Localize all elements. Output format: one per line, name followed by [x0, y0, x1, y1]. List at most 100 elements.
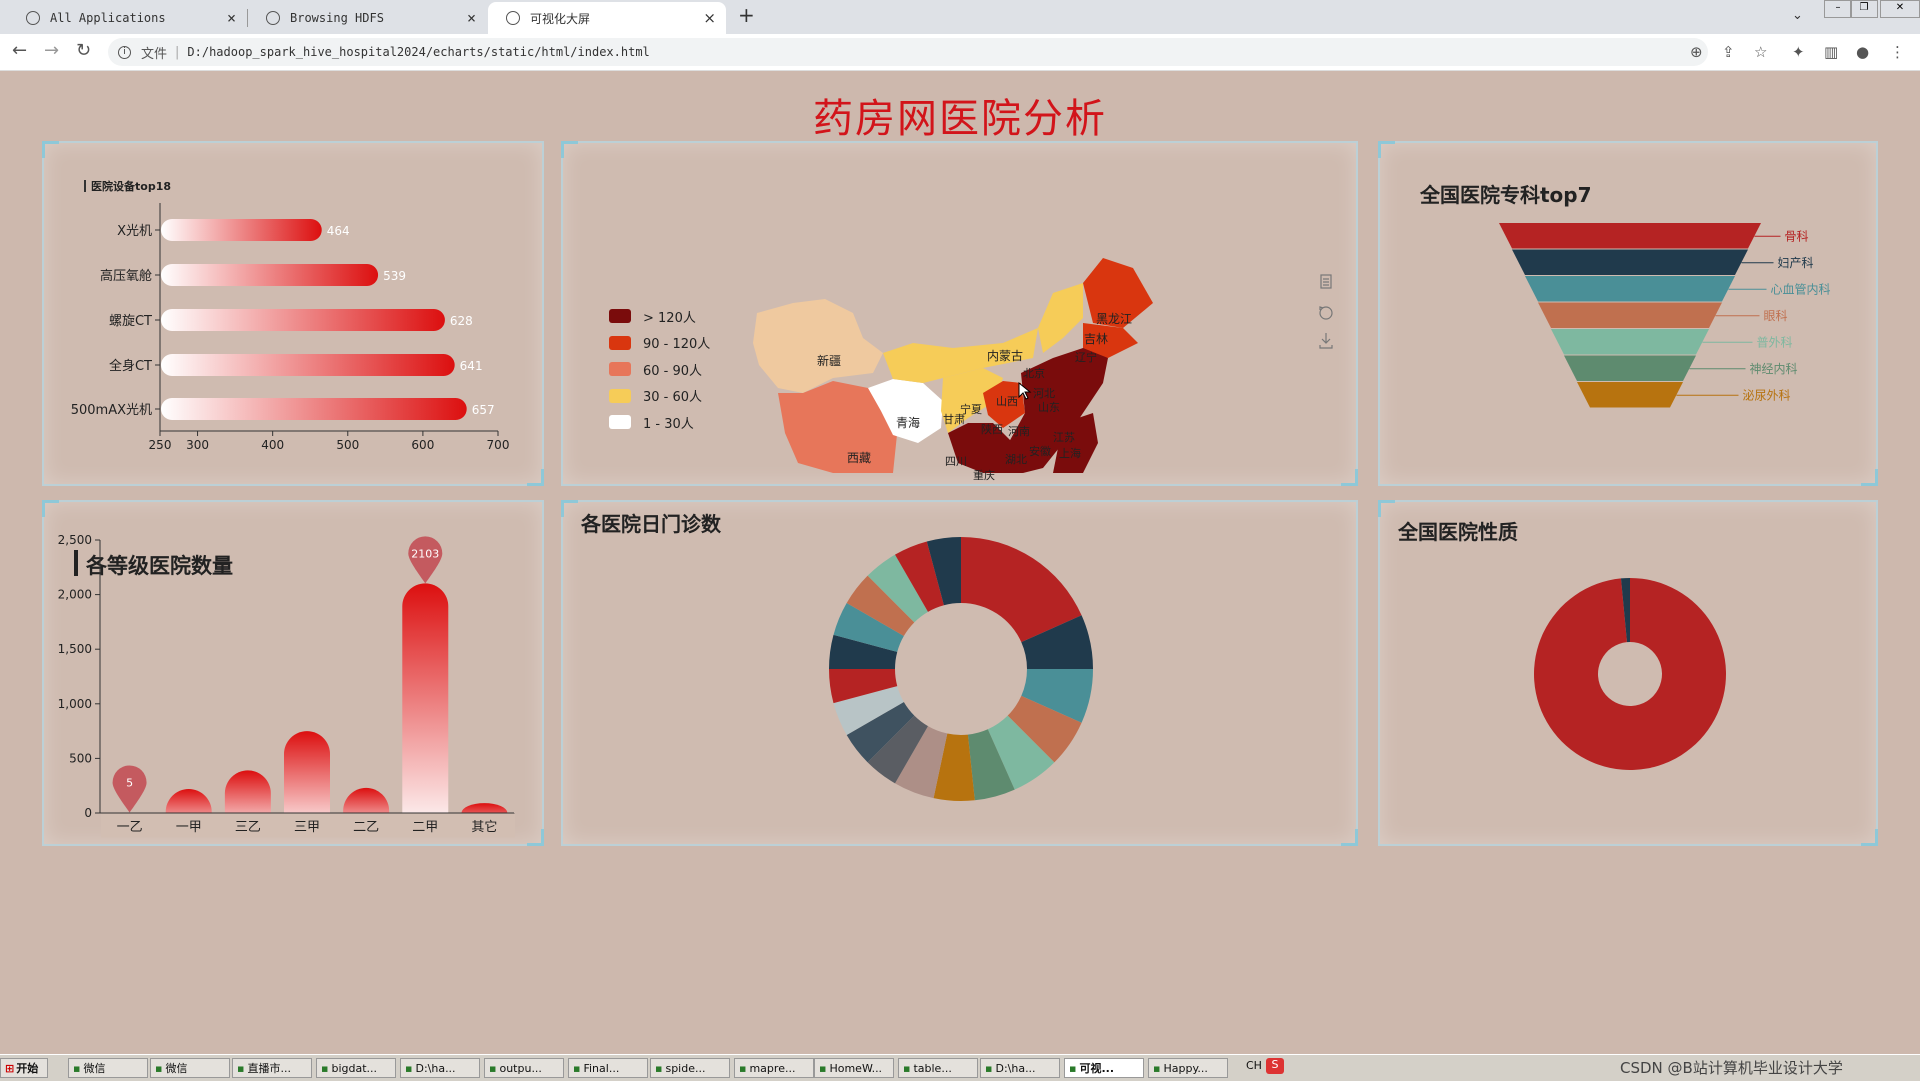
china-map[interactable]: 新疆 西藏 青海 甘肃 宁夏 内蒙古 黑龙江 吉林 辽宁 北京 河北 山西 陕西… [563, 143, 1356, 484]
extensions-icon[interactable]: ✦ [1792, 43, 1805, 61]
province-label: 宁夏 [960, 402, 982, 416]
tab-search-icon[interactable]: ⌄ [1792, 8, 1803, 23]
province-label: 辽宁 [1075, 350, 1097, 364]
browser-tab-strip: All Applications × Browsing HDFS × 可视化大屏… [0, 0, 1920, 34]
y-tick-label: 1,500 [58, 642, 92, 656]
taskbar-item[interactable]: ▪ HomeW... [814, 1058, 894, 1078]
profile-icon[interactable]: ● [1856, 43, 1869, 61]
grade-panel: 各等级医院数量 0 500 1,000 1,500 2,000 2,500 一乙 一甲 三乙 三甲… [42, 500, 544, 846]
menu-icon[interactable]: ⋮ [1890, 43, 1905, 61]
close-window-icon[interactable]: ✕ [1880, 0, 1920, 18]
security-label: 文件 [141, 46, 168, 62]
app-icon: ▪ [819, 1061, 827, 1075]
taskbar-item[interactable]: ▪ 直播市... [232, 1058, 312, 1078]
taskbar-item[interactable]: ▪ mapre... [734, 1058, 814, 1078]
map-panel: > 120人 90 - 120人 60 - 90人 30 - 60人 1 - 3… [561, 141, 1358, 486]
windows-logo-icon: ⊞ [5, 1061, 15, 1075]
x-tick-label: 300 [186, 438, 209, 452]
tab-browsing-hdfs[interactable]: Browsing HDFS × [248, 2, 486, 34]
save-image-icon[interactable] [1319, 333, 1333, 349]
taskbar-item[interactable]: ▪ 可视... [1064, 1058, 1144, 1078]
region-neimenggu-east[interactable] [1038, 283, 1083, 353]
zoom-icon[interactable]: ⊕ [1690, 43, 1703, 61]
reload-icon[interactable]: ↻ [76, 40, 91, 61]
y-tick-label: 0 [84, 806, 92, 820]
bar [402, 583, 449, 837]
app-icon: ▪ [573, 1061, 581, 1075]
region-xinjiang[interactable] [753, 299, 883, 393]
close-tab-icon[interactable]: × [227, 9, 236, 27]
taskbar-item-label: outpu... [499, 1061, 542, 1075]
share-icon[interactable]: ⇪ [1722, 43, 1735, 61]
funnel-segment [1577, 382, 1683, 408]
restore-window-icon[interactable]: ❐ [1850, 0, 1878, 18]
funnel-label: 骨科 [1785, 229, 1809, 243]
funnel-segment [1564, 355, 1696, 381]
close-tab-icon[interactable]: × [467, 9, 476, 27]
y-tick-label: X光机 [117, 224, 152, 239]
taskbar-item[interactable]: ▪ 微信 [150, 1058, 230, 1078]
start-button[interactable]: ⊞ 开始 [0, 1058, 48, 1078]
windows-taskbar: ⊞ 开始 ▪ 微信 ▪ 微信 ▪ 直播市... ▪ bigdat... ▪ D:\ha... ▪ ou… [0, 1054, 1920, 1081]
app-icon: ▪ [489, 1061, 497, 1075]
nature-pie-chart [1534, 578, 1726, 770]
equipment-panel: 医院设备top18 500mAX光机 657 全身CT 641 螺旋CT 628 高压氧舱 5… [42, 141, 544, 486]
taskbar-item[interactable]: ▪ table... [898, 1058, 978, 1078]
province-label: 湖北 [1005, 453, 1027, 466]
funnel-segment [1538, 302, 1722, 328]
y-tick-label: 1,000 [58, 697, 92, 711]
province-label: 内蒙古 [987, 348, 1023, 363]
taskbar-item[interactable]: ▪ 微信 [68, 1058, 148, 1078]
taskbar-item-label: bigdat... [331, 1061, 378, 1075]
minimize-icon[interactable]: – [1824, 0, 1852, 18]
province-label: 陕西 [981, 422, 1003, 436]
funnel-segment [1551, 329, 1709, 355]
province-label: 山东 [1038, 401, 1060, 414]
province-label: 山西 [996, 395, 1018, 408]
new-tab-button[interactable]: + [738, 3, 755, 27]
bookmark-star-icon[interactable]: ☆ [1754, 43, 1767, 61]
back-icon[interactable]: ← [12, 40, 27, 61]
map-toolbox [1319, 274, 1333, 349]
info-icon[interactable]: i [118, 45, 131, 59]
province-label: 新疆 [817, 353, 841, 368]
tab-all-applications[interactable]: All Applications × [8, 2, 246, 34]
taskbar-item[interactable]: ▪ bigdat... [316, 1058, 396, 1078]
equipment-chart: 医院设备top18 500mAX光机 657 全身CT 641 螺旋CT 628 高压氧舱 5… [71, 179, 510, 452]
province-label: 重庆 [973, 468, 995, 482]
x-tick-label: 500 [336, 438, 359, 452]
forward-icon[interactable]: → [44, 40, 59, 61]
funnel-label: 普外科 [1757, 335, 1793, 349]
globe-icon [506, 11, 520, 25]
x-tick-label: 三甲 [294, 820, 320, 835]
data-view-icon[interactable] [1320, 274, 1332, 289]
grade-chart: 05001,0001,5002,0002,500一乙一甲三乙三甲二乙二甲其它一乙… [58, 533, 515, 838]
specialty-funnel-chart: 骨科妇产科心血管内科眼科普外科神经内科泌尿外科 [1499, 223, 1831, 408]
taskbar-item-label: 直播市... [247, 1062, 291, 1075]
markpoint-label: 2103 [411, 547, 439, 560]
taskbar-item[interactable]: ▪ D:\ha... [980, 1058, 1060, 1078]
funnel-label: 泌尿外科 [1743, 388, 1791, 402]
taskbar-item[interactable]: ▪ outpu... [484, 1058, 564, 1078]
ime-indicator[interactable]: CH [1246, 1059, 1262, 1072]
taskbar-item[interactable]: ▪ Happy... [1148, 1058, 1228, 1078]
province-label: 上海 [1059, 446, 1081, 460]
globe-icon [26, 11, 40, 25]
province-label: 安徽 [1029, 444, 1051, 458]
tab-dashboard[interactable]: 可视化大屏 × [488, 2, 726, 34]
taskbar-item-label: D:\ha... [415, 1061, 456, 1075]
x-tick-label: 三乙 [235, 820, 261, 835]
sogou-icon[interactable]: S [1266, 1058, 1284, 1074]
taskbar-item[interactable]: ▪ spide... [650, 1058, 730, 1078]
y-tick-label: 500 [69, 751, 92, 765]
page-title: 药房网医院分析 [813, 96, 1107, 142]
address-field[interactable]: i 文件 | D:/hadoop_spark_hive_hospital2024… [108, 38, 1708, 66]
taskbar-item[interactable]: ▪ Final... [568, 1058, 648, 1078]
close-tab-icon[interactable]: × [703, 9, 716, 27]
app-icon: ▪ [985, 1061, 993, 1075]
app-icon: ▪ [321, 1061, 329, 1075]
side-panel-icon[interactable]: ▥ [1824, 43, 1838, 61]
province-label: 北京 [1023, 366, 1045, 380]
taskbar-item[interactable]: ▪ D:\ha... [400, 1058, 480, 1078]
restore-icon[interactable] [1319, 306, 1333, 320]
